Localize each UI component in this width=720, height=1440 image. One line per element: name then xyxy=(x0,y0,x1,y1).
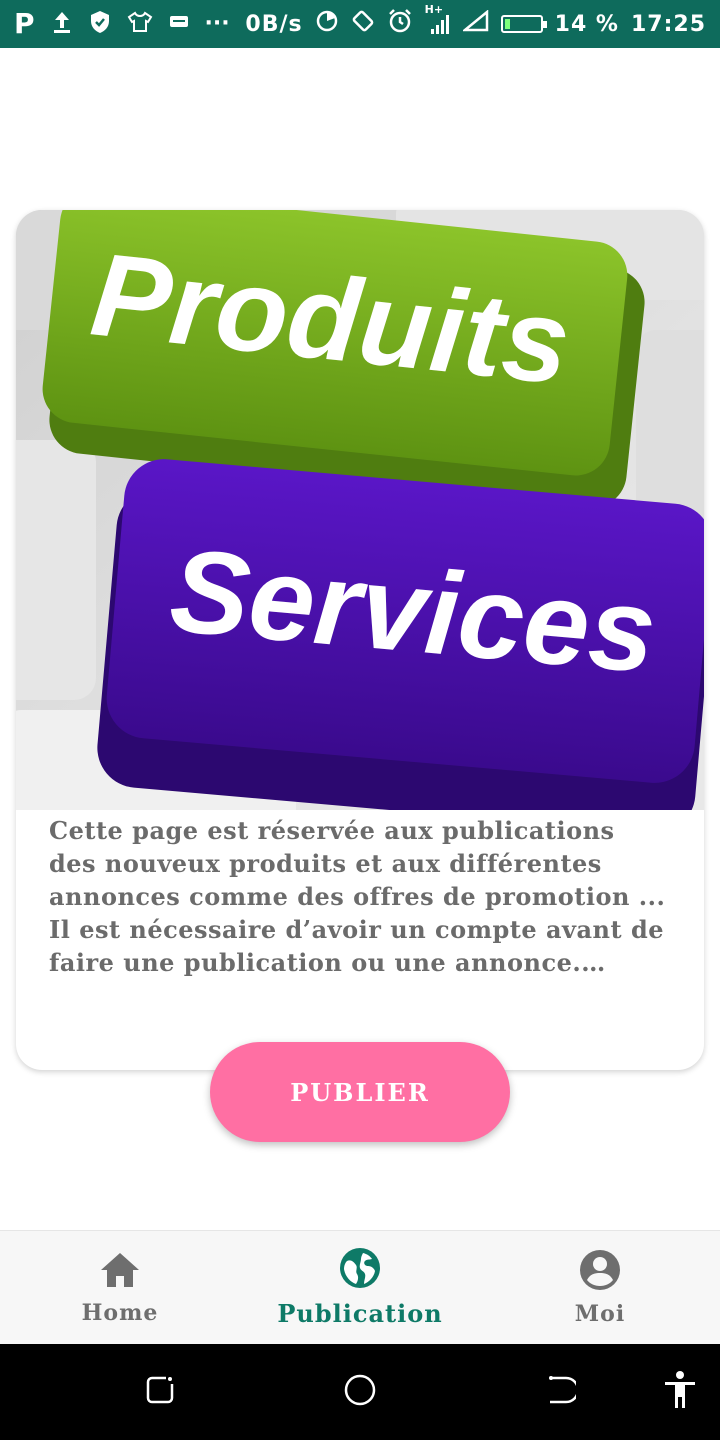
nav-label-home: Home xyxy=(81,1299,159,1326)
battery-percent: 14 % xyxy=(554,11,619,37)
publication-info-card: Produits Services Cette page est réservé… xyxy=(16,210,704,1070)
alarm-icon xyxy=(387,8,413,40)
tshirt-icon xyxy=(127,11,153,37)
home-icon xyxy=(99,1250,141,1294)
data-saver-icon xyxy=(315,9,339,39)
nav-item-moi[interactable]: Moi xyxy=(480,1231,720,1344)
rotate-icon xyxy=(351,9,375,39)
nav-label-moi: Moi xyxy=(574,1300,626,1327)
bottom-navigation: Home Publication Moi xyxy=(0,1230,720,1344)
nav-label-publication: Publication xyxy=(277,1299,443,1328)
globe-icon xyxy=(339,1247,381,1293)
nav-item-home[interactable]: Home xyxy=(0,1231,240,1344)
produits-services-image: Produits Services xyxy=(16,210,704,810)
status-bar: P ··· 0B/s H+ 14 % 17:25 xyxy=(0,0,720,48)
signal-empty-icon xyxy=(461,9,489,38)
nav-item-publication[interactable]: Publication xyxy=(240,1231,480,1344)
system-navigation-bar xyxy=(0,1344,720,1440)
message-icon xyxy=(169,13,189,35)
recent-apps-button[interactable] xyxy=(140,1372,180,1412)
home-button[interactable] xyxy=(340,1372,380,1412)
notification-icons: P ··· xyxy=(14,10,230,38)
upload-icon xyxy=(51,10,73,38)
more-dots-icon: ··· xyxy=(204,11,230,36)
clock: 17:25 xyxy=(630,11,706,37)
home-circle-icon xyxy=(343,1373,377,1411)
battery-icon xyxy=(500,15,547,33)
publish-button[interactable]: PUBLIER xyxy=(210,1042,510,1142)
recent-apps-icon xyxy=(144,1374,176,1410)
shield-icon xyxy=(89,10,111,38)
back-button[interactable] xyxy=(540,1372,580,1412)
parking-icon: P xyxy=(14,7,35,40)
network-speed: 0B/s xyxy=(245,11,303,37)
accessibility-icon xyxy=(662,1370,698,1414)
back-icon xyxy=(544,1374,580,1410)
accessibility-button[interactable] xyxy=(660,1370,700,1414)
account-icon xyxy=(579,1249,621,1295)
page-description: Cette page est réservée aux publications… xyxy=(49,816,666,977)
system-status: 0B/s H+ 14 % 17:25 xyxy=(245,3,706,40)
signal-icon: H+ xyxy=(425,3,451,35)
